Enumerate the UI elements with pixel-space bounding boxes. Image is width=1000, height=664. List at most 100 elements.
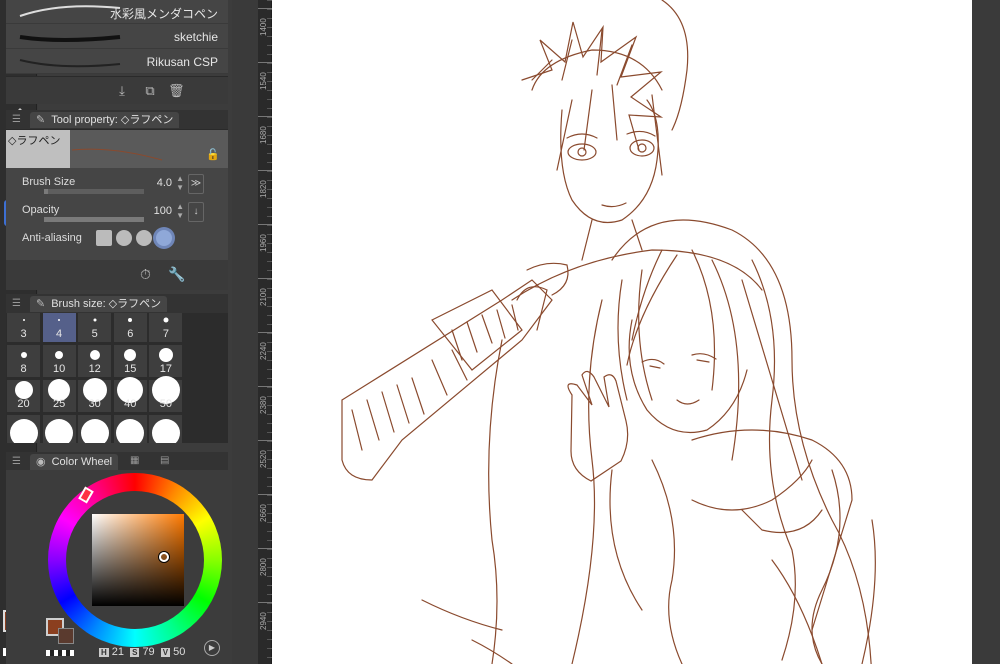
duplicate-icon[interactable]: ⧉ (142, 83, 158, 99)
sub-color-chip[interactable] (58, 628, 74, 644)
brush-size-cell[interactable]: 3 (6, 313, 41, 343)
brush-size-dot (55, 351, 64, 359)
sketch-artwork (341, 0, 876, 664)
tab-label: Tool property: ◇ラフペン (51, 114, 174, 126)
brush-size-dot (124, 349, 137, 361)
brush-size-dot (14, 381, 33, 399)
brush-size-cell[interactable]: 8 (6, 344, 41, 378)
brush-size-label: 10 (52, 363, 66, 375)
brush-size-cell[interactable] (77, 414, 113, 443)
brush-size-cell[interactable]: 10 (41, 344, 77, 378)
wrench-settings-icon[interactable]: 🔧 (168, 266, 185, 283)
color-history-icon[interactable]: ▤ (160, 455, 169, 466)
spin-icon[interactable]: ▲ ▼ (176, 174, 184, 192)
brush-size-dot (58, 319, 61, 321)
brush-size-cell[interactable]: 17 (148, 344, 184, 378)
pressure-icon[interactable]: ≫ (188, 174, 204, 194)
brush-size-cell[interactable]: 15 (112, 344, 148, 378)
grip-icon[interactable]: ☰ (12, 456, 21, 467)
brush-size-dot (93, 318, 97, 322)
tab-brush-size[interactable]: ✎ Brush size: ◇ラフペン (30, 296, 168, 312)
brush-size-header: ☰ ✎ Brush size: ◇ラフペン (6, 294, 228, 314)
brush-size-slider[interactable] (44, 189, 144, 194)
brush-size-label: 8 (20, 363, 27, 375)
brush-size-cell[interactable]: 40 (112, 377, 148, 413)
brush-size-cell[interactable]: 4 (41, 313, 77, 343)
tab-color-wheel[interactable]: ◉ Color Wheel (30, 454, 119, 470)
brush-preview: ◇ラフペン 🔓 (6, 130, 228, 168)
lock-icon[interactable]: 🔓 (206, 148, 220, 161)
brush-size-dot (45, 419, 74, 443)
download-icon[interactable]: ↓ (188, 202, 204, 222)
transparent-color-chip[interactable] (46, 650, 74, 656)
stroke-preview-icon (19, 35, 121, 42)
brush-size-label: 40 (124, 398, 137, 410)
tab-tool-property[interactable]: ✎ Tool property: ◇ラフペン (30, 112, 180, 128)
aa-none-option[interactable] (96, 230, 112, 246)
tool-property-footer: ⏱ 🔧 (6, 260, 228, 290)
list-item[interactable]: sketchie (6, 25, 228, 49)
color-wheel-icon: ◉ (36, 456, 46, 468)
drawing-canvas[interactable] (272, 0, 972, 664)
opacity-row: Opacity 100 ▲ ▼ ↓ (6, 200, 204, 226)
brush-size-label: 25 (52, 398, 66, 410)
brush-size-label: 7 (162, 328, 169, 340)
brush-size-cell[interactable]: 25 (41, 379, 77, 413)
antialiasing-options[interactable] (96, 230, 172, 246)
brush-size-cell[interactable] (112, 414, 148, 443)
brush-size-cell[interactable]: 30 (77, 378, 113, 413)
brush-size-cell[interactable] (6, 414, 41, 443)
brush-size-dot (22, 319, 25, 321)
brush-size-cell[interactable]: 7 (148, 313, 184, 343)
brush-size-cell[interactable]: 6 (112, 313, 148, 343)
brush-size-label: 20 (17, 398, 30, 410)
grip-icon[interactable]: ☰ (12, 298, 21, 309)
grip-icon[interactable]: ☰ (12, 114, 21, 125)
brush-size-label: 15 (124, 363, 137, 375)
opacity-slider[interactable] (44, 217, 144, 222)
play-icon[interactable]: ▶ (204, 640, 220, 656)
brush-size-cell[interactable] (148, 414, 184, 443)
antialiasing-label: Anti-aliasing (22, 232, 82, 244)
brush-size-cell[interactable] (41, 414, 77, 443)
color-set-icon[interactable]: ▦ (130, 455, 139, 466)
aa-medium-option[interactable] (136, 230, 152, 246)
saturation-value-square[interactable] (92, 514, 184, 606)
list-item[interactable]: Rikusan CSP (6, 50, 228, 74)
brush-size-label: 17 (159, 363, 173, 375)
aa-weak-option[interactable] (116, 230, 132, 246)
brush-size-dot (89, 350, 100, 360)
reset-icon[interactable]: ⏱ (140, 266, 151, 283)
brush-name: sketchie (173, 30, 218, 44)
antialiasing-row: Anti-aliasing (6, 228, 196, 254)
panel-scroll-gutter[interactable] (232, 0, 258, 664)
brush-size-cell[interactable]: 5 (77, 313, 113, 343)
brush-size-dot (151, 419, 180, 443)
brush-size-cell[interactable]: 20 (6, 379, 41, 413)
import-icon[interactable]: ⤓ (114, 83, 130, 99)
brush-size-label: 30 (88, 398, 101, 410)
brush-size-dot (20, 352, 27, 358)
opacity-label: Opacity (22, 204, 60, 216)
opacity-value[interactable]: 100 (154, 205, 172, 217)
brush-name: Rikusan CSP (146, 55, 218, 69)
vertical-ruler: 1400 1540 1680 1820 1960 2100 2240 2380 2520 2660… (258, 0, 272, 664)
brush-size-cell[interactable]: 12 (77, 344, 113, 378)
brush-size-label: Brush Size (22, 176, 76, 188)
v-value: 50 (173, 646, 186, 658)
brush-name: 水彩風メンダコペン (109, 7, 218, 21)
tab-label: Brush size: ◇ラフペン (51, 298, 162, 310)
tool-property-panel: ◇ラフペン 🔓 Brush Size 4.0 ▲ ▼ ≫ Opacity 100 … (6, 130, 228, 260)
h-value: 21 (111, 646, 125, 658)
spin-icon[interactable]: ▲ ▼ (176, 202, 184, 220)
brush-size-dot (128, 318, 133, 322)
sub-tool-actions: ⤓ ⧉ 🗑 (6, 76, 228, 104)
sv-cursor[interactable] (159, 552, 169, 562)
brush-size-label: 12 (88, 363, 101, 375)
trash-icon[interactable]: 🗑 (168, 83, 185, 99)
aa-strong-option[interactable] (156, 230, 172, 246)
s-label: S (130, 648, 140, 657)
list-item[interactable]: 水彩風メンダコペン (6, 0, 228, 24)
brush-size-cell[interactable]: 50 (148, 376, 184, 413)
brush-size-value[interactable]: 4.0 (157, 177, 172, 189)
